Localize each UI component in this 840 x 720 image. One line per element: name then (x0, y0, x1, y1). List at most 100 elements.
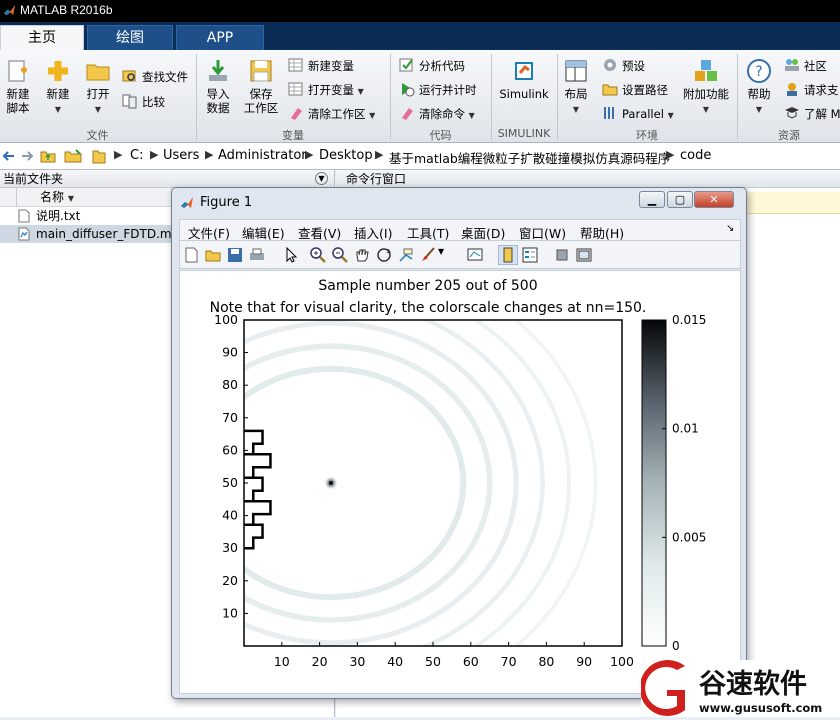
zoom-out-icon[interactable] (332, 247, 348, 263)
open-folder-icon (86, 64, 110, 81)
tab-plots[interactable]: 绘图 (87, 25, 173, 50)
current-folder-icon (92, 150, 106, 164)
print-icon[interactable] (249, 247, 265, 263)
find-files-label: 查找文件 (142, 70, 188, 84)
request-support-button[interactable]: 请求支 (784, 80, 839, 100)
show-plot-tools-icon[interactable] (576, 247, 592, 263)
layout-button[interactable]: 布局 ▼ (561, 58, 591, 117)
figure-canvas[interactable]: Sample number 205 out of 500 Note that f… (179, 270, 741, 694)
menu-help[interactable]: 帮助(H) (580, 223, 624, 242)
set-path-button[interactable]: 设置路径 (602, 80, 668, 100)
close-icon: ✕ (709, 193, 719, 206)
layout-caret-icon: ▼ (572, 105, 580, 114)
analyze-code-button[interactable]: 分析代码 (399, 56, 465, 76)
colorbar[interactable] (641, 319, 667, 647)
path-segment-code[interactable]: code (680, 148, 711, 163)
data-cursor-icon[interactable] (398, 247, 414, 263)
new-button[interactable]: 新建 ▼ (40, 58, 76, 117)
brush-caret-icon[interactable]: ▼ (438, 247, 444, 256)
simulink-label: Simulink (499, 87, 549, 101)
group-label-file: 文件 (86, 129, 109, 142)
new-script-button[interactable]: 新建 脚本 (2, 58, 34, 115)
menu-edit[interactable]: 编辑(E) (242, 223, 285, 242)
open-file-icon[interactable] (205, 247, 221, 263)
path-segment-project[interactable]: 基于matlab编程微粒子扩散碰撞模拟仿真源码程序 (389, 148, 670, 167)
new-figure-icon[interactable] (184, 247, 200, 263)
address-bar[interactable]: ▶ C: ▶ Users ▶ Administrator ▶ Desktop ▶… (0, 143, 840, 170)
community-button[interactable]: 社区 (784, 56, 827, 76)
menu-tools[interactable]: 工具(T) (407, 223, 449, 242)
addons-caret-icon: ▼ (702, 105, 710, 114)
open-variable-caret-icon: ▼ (357, 87, 364, 96)
menu-insert[interactable]: 插入(I) (354, 223, 392, 242)
clear-commands-button[interactable]: 清除命令 ▼ (399, 104, 475, 124)
preferences-button[interactable]: 预设 (602, 56, 645, 76)
learn-matlab-button[interactable]: 了解 M (784, 104, 840, 124)
new-script-label-1: 新建 (6, 87, 30, 101)
legend-icon[interactable] (522, 247, 538, 263)
back-arrow-icon[interactable] (2, 149, 16, 163)
save-workspace-button[interactable]: 保存 工作区 (240, 58, 282, 115)
hotspot-layer (323, 476, 338, 490)
addons-button[interactable]: 附加功能 ▼ (681, 58, 731, 117)
minimize-button[interactable]: ▁ (639, 191, 665, 208)
rotate-3d-icon[interactable] (376, 247, 392, 263)
parallel-caret-icon: ▼ (667, 111, 674, 120)
new-caret-icon: ▼ (54, 105, 62, 114)
pointer-icon[interactable] (283, 247, 299, 263)
import-data-button[interactable]: 导入 数据 (200, 58, 236, 115)
forward-arrow-icon[interactable] (20, 149, 34, 163)
path-segment-drive[interactable]: C: (130, 148, 143, 163)
menu-view[interactable]: 查看(V) (298, 223, 341, 242)
colorbar-ticks: 0 0.005 0.01 0.015 (662, 313, 706, 653)
group-label-variable: 变量 (282, 129, 304, 142)
parallel-button[interactable]: Parallel ▼ (602, 104, 674, 124)
open-button[interactable]: 打开 ▼ (80, 58, 116, 117)
new-variable-button[interactable]: 新建变量 (288, 56, 354, 76)
find-files-button[interactable]: 查找文件 (122, 67, 188, 87)
pane-menu-icon[interactable]: ▼ (315, 172, 328, 185)
ribbon-tabstrip: 主页 绘图 APP (0, 22, 840, 50)
hide-plot-tools-icon[interactable] (554, 247, 570, 263)
new-variable-icon (288, 58, 303, 72)
x-tick-label: 40 (387, 654, 403, 669)
save-workspace-label-2: 工作区 (243, 101, 279, 115)
menu-desktop[interactable]: 桌面(D) (461, 223, 505, 242)
menubar-dock-icon[interactable]: ↘ (726, 223, 734, 234)
clear-workspace-button[interactable]: 清除工作区 ▼ (288, 104, 375, 124)
x-tick-label: 90 (576, 654, 592, 669)
maximize-button[interactable]: ▢ (667, 191, 693, 208)
open-variable-button[interactable]: 打开变量 ▼ (288, 80, 364, 100)
path-segment-desktop[interactable]: Desktop (319, 148, 373, 163)
path-segment-users[interactable]: Users (163, 148, 199, 163)
up-folder-icon[interactable] (40, 148, 56, 164)
help-button[interactable]: ? 帮助 ▼ (742, 58, 776, 117)
watermark: 谷速软件 www.gususoft.com (639, 660, 840, 717)
link-plot-icon[interactable] (467, 247, 483, 263)
menu-file[interactable]: 文件(F) (188, 223, 230, 242)
tab-home[interactable]: 主页 (0, 25, 84, 50)
matlab-logo-icon (3, 4, 16, 16)
y-tick-label: 20 (222, 573, 238, 588)
x-tick-label: 100 (610, 654, 634, 669)
brush-icon[interactable] (420, 247, 436, 263)
save-icon[interactable] (227, 247, 243, 263)
x-tick-label: 80 (538, 654, 554, 669)
y-tick-label: 50 (222, 475, 238, 490)
figure-window[interactable]: Figure 1 ▁ ▢ ✕ 文件(F) 编辑(E) 查看(V) 插入(I) 工… (171, 187, 747, 699)
zoom-in-icon[interactable] (310, 247, 326, 263)
colorbar-icon[interactable] (498, 245, 518, 265)
set-path-icon (602, 84, 618, 96)
run-and-time-button[interactable]: 运行并计时 (399, 80, 477, 100)
close-button[interactable]: ✕ (694, 191, 734, 208)
compare-button[interactable]: 比较 (122, 92, 165, 112)
browse-folder-icon[interactable] (64, 148, 82, 164)
heatmap-plot[interactable]: Sample number 205 out of 500 Note that f… (180, 271, 740, 693)
menu-window[interactable]: 窗口(W) (519, 223, 566, 242)
x-tick-label: 50 (425, 654, 441, 669)
column-divider (3, 188, 17, 207)
pan-hand-icon[interactable] (354, 247, 370, 263)
simulink-button[interactable]: Simulink (496, 58, 552, 101)
path-segment-administrator[interactable]: Administrator (218, 148, 307, 163)
tab-apps[interactable]: APP (176, 25, 264, 50)
